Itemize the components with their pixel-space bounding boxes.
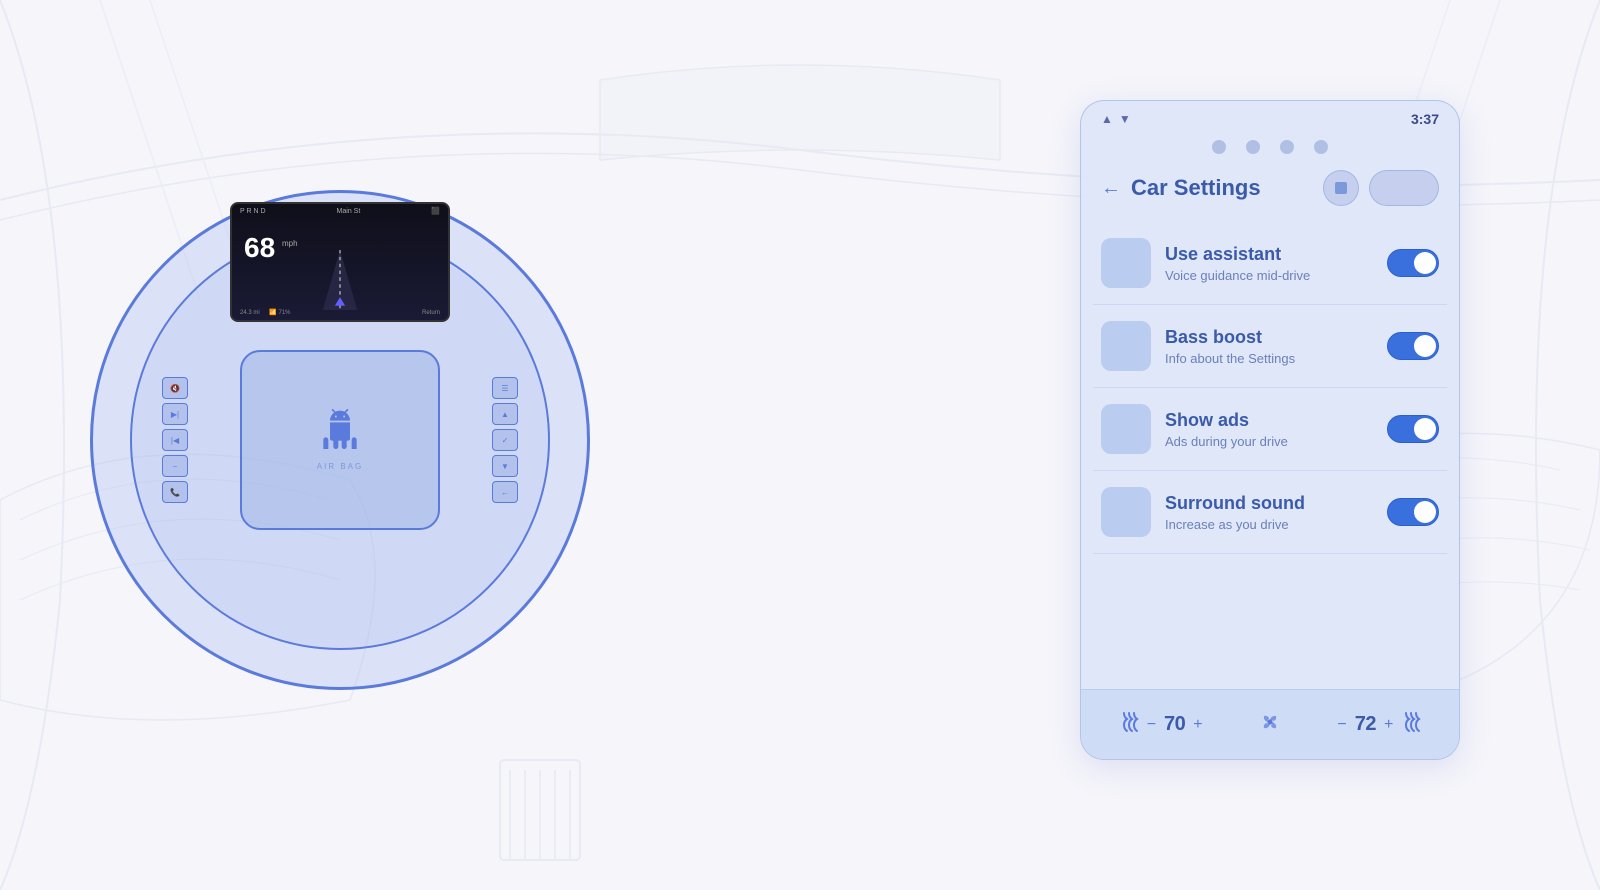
statusbar: ▲ ▼ 3:37 xyxy=(1081,101,1459,132)
panel-dots xyxy=(1081,132,1459,162)
airbag-label: AIR BAG xyxy=(317,462,363,471)
check-button[interactable]: ✓ xyxy=(492,429,518,451)
steering-wheel-inner: P R N D Main St ⬛ 68 mph xyxy=(130,230,550,650)
android-logo-icon xyxy=(320,409,360,457)
nav-road xyxy=(290,250,390,310)
phone-top-bar: P R N D Main St ⬛ xyxy=(232,204,448,218)
show-ads-icon xyxy=(1101,404,1151,454)
stop-button[interactable] xyxy=(1323,170,1359,206)
panel-header: ← Car Settings xyxy=(1081,162,1459,222)
show-ads-title: Show ads xyxy=(1165,410,1373,431)
volume-down-button[interactable]: ▶| xyxy=(162,403,188,425)
settings-list: Use assistant Voice guidance mid-drive B… xyxy=(1081,222,1459,554)
up-button[interactable]: ▲ xyxy=(492,403,518,425)
right-climate-control: − 72 + xyxy=(1337,711,1421,738)
left-climate-control: − 70 + xyxy=(1119,711,1203,738)
use-assistant-toggle[interactable] xyxy=(1387,249,1439,277)
show-ads-toggle-knob xyxy=(1414,418,1436,440)
surround-sound-subtitle: Increase as you drive xyxy=(1165,517,1373,532)
surround-sound-title: Surround sound xyxy=(1165,493,1373,514)
down-button[interactable]: ▼ xyxy=(492,455,518,477)
surround-sound-icon xyxy=(1101,487,1151,537)
fan-icon xyxy=(1258,710,1282,739)
setting-item-use-assistant: Use assistant Voice guidance mid-drive xyxy=(1093,222,1447,305)
right-temp-minus[interactable]: − xyxy=(1337,716,1346,734)
back-button[interactable]: ← xyxy=(1101,177,1121,200)
bass-boost-subtitle: Info about the Settings xyxy=(1165,351,1373,366)
dot-3 xyxy=(1280,140,1294,154)
back-button-wheel[interactable]: ← xyxy=(492,481,518,503)
show-ads-subtitle: Ads during your drive xyxy=(1165,434,1373,449)
right-temperature: 72 xyxy=(1355,713,1376,736)
phone-speed-unit: mph xyxy=(282,239,298,248)
btn-cluster-right: ☰ ▲ ✓ ▼ ← xyxy=(492,377,518,503)
header-left: ← Car Settings xyxy=(1101,175,1261,201)
phone-button[interactable]: 📞 xyxy=(162,481,188,503)
menu-button[interactable]: ☰ xyxy=(492,377,518,399)
phone-display: P R N D Main St ⬛ 68 mph xyxy=(230,202,450,322)
bass-boost-text: Bass boost Info about the Settings xyxy=(1165,327,1373,366)
climate-bar: − 70 + − 72 + xyxy=(1081,689,1459,759)
setting-item-surround-sound: Surround sound Increase as you drive xyxy=(1093,471,1447,554)
phone-speed: 68 xyxy=(244,234,275,262)
right-temp-plus[interactable]: + xyxy=(1384,716,1393,734)
left-heat-icon xyxy=(1119,711,1139,738)
prev-button[interactable]: |◀ xyxy=(162,429,188,451)
surround-sound-toggle-knob xyxy=(1414,501,1436,523)
stop-icon xyxy=(1335,182,1347,194)
bass-boost-toggle-knob xyxy=(1414,335,1436,357)
dot-1 xyxy=(1212,140,1226,154)
use-assistant-title: Use assistant xyxy=(1165,244,1373,265)
status-time: 3:37 xyxy=(1411,111,1439,127)
show-ads-toggle[interactable] xyxy=(1387,415,1439,443)
wifi-icon: ▼ xyxy=(1119,112,1131,126)
status-icons: ▲ ▼ xyxy=(1101,112,1131,126)
nav-street: Main St xyxy=(337,208,361,215)
dot-4 xyxy=(1314,140,1328,154)
bass-boost-toggle[interactable] xyxy=(1387,332,1439,360)
left-temperature: 70 xyxy=(1164,713,1185,736)
header-action-button[interactable] xyxy=(1369,170,1439,206)
use-assistant-toggle-knob xyxy=(1414,252,1436,274)
bass-boost-icon xyxy=(1101,321,1151,371)
steering-wheel-outer: P R N D Main St ⬛ 68 mph xyxy=(90,190,590,690)
bass-boost-title: Bass boost xyxy=(1165,327,1373,348)
dot-2 xyxy=(1246,140,1260,154)
use-assistant-icon xyxy=(1101,238,1151,288)
btn-cluster-left: 🔇 ▶| |◀ − 📞 xyxy=(162,377,188,503)
use-assistant-subtitle: Voice guidance mid-drive xyxy=(1165,268,1373,283)
signal-icon: ▲ xyxy=(1101,112,1113,126)
mute-button[interactable]: 🔇 xyxy=(162,377,188,399)
fan-control xyxy=(1258,710,1282,739)
left-temp-plus[interactable]: + xyxy=(1193,716,1202,734)
surround-sound-text: Surround sound Increase as you drive xyxy=(1165,493,1373,532)
use-assistant-text: Use assistant Voice guidance mid-drive xyxy=(1165,244,1373,283)
right-heat-icon xyxy=(1401,711,1421,738)
panel-title: Car Settings xyxy=(1131,175,1261,201)
setting-item-bass-boost: Bass boost Info about the Settings xyxy=(1093,305,1447,388)
minus-button[interactable]: − xyxy=(162,455,188,477)
show-ads-text: Show ads Ads during your drive xyxy=(1165,410,1373,449)
left-temp-minus[interactable]: − xyxy=(1147,716,1156,734)
wheel-hub: AIR BAG xyxy=(240,350,440,530)
setting-item-show-ads: Show ads Ads during your drive xyxy=(1093,388,1447,471)
settings-panel: ▲ ▼ 3:37 ← Car Settings Use assistant xyxy=(1080,100,1460,760)
surround-sound-toggle[interactable] xyxy=(1387,498,1439,526)
header-right xyxy=(1323,170,1439,206)
steering-wheel-area: P R N D Main St ⬛ 68 mph xyxy=(60,80,620,800)
